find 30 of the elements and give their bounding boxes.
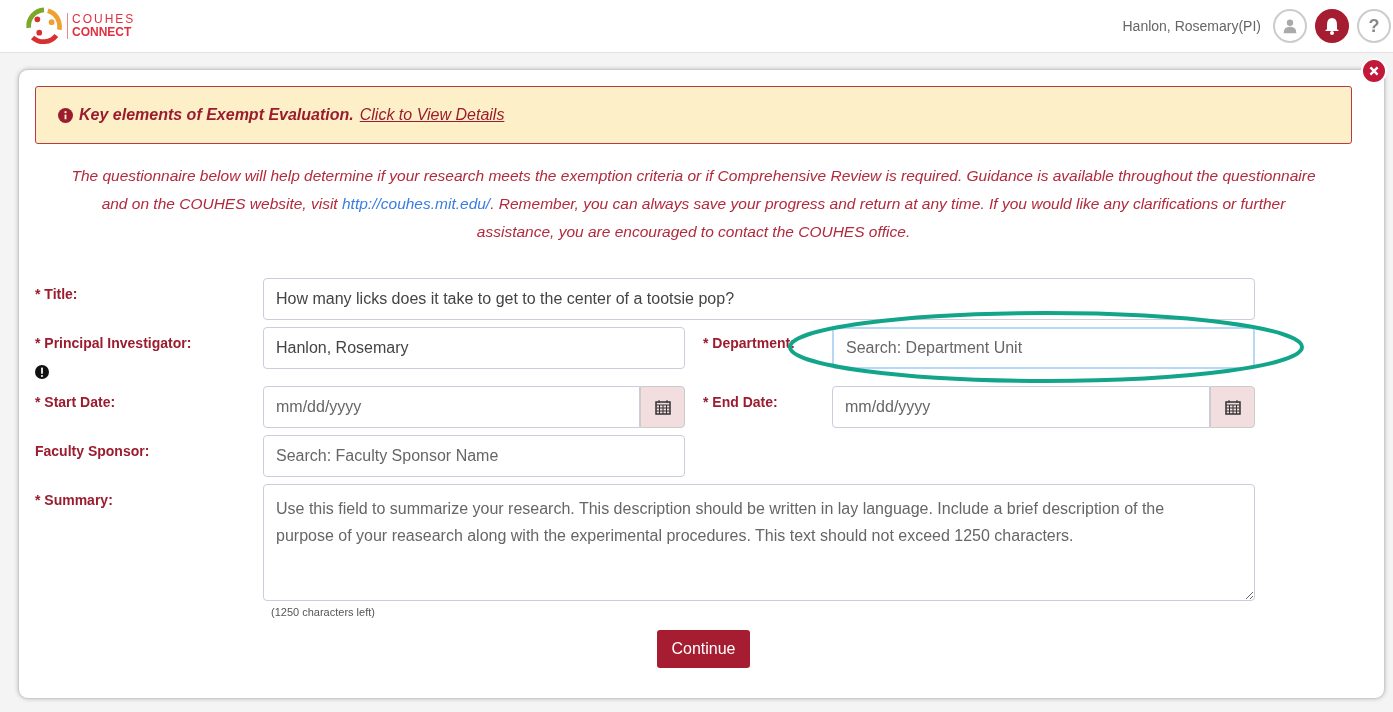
department-field[interactable]: Search: Department Unit bbox=[832, 327, 1255, 369]
user-name: Hanlon, Rosemary(PI) bbox=[1122, 18, 1261, 34]
character-counter: (1250 characters left) bbox=[270, 606, 376, 618]
bell-icon[interactable] bbox=[1315, 9, 1349, 43]
intro-paragraph: The questionnaire below will help determine if your research meets the exemption criteria or if Comprehensive Review is required. Guidance is available throughout the questionnaire and on the COUHES website, visit http://couhes.mit.edu/. Remember, you can always save your progress and return at any time. If you would like any clarifications or further assistance, you are encouraged to contact the COUHES office. bbox=[70, 166, 1317, 242]
title-field[interactable]: How many licks does it take to get to the center of a tootsie pop? bbox=[263, 278, 1255, 320]
investigator-field[interactable]: Hanlon, Rosemary bbox=[263, 327, 685, 369]
summary-field[interactable]: Use this field to summarize your research. This description should be written in lay language. Include a brief description of the purpose of your reasearch along with the experimental procedures. This text should not exceed 1250 characters. bbox=[263, 484, 1255, 601]
field-label: Faculty Sponsor: bbox=[35, 442, 151, 461]
website-link[interactable]: http://couhes.mit.edu/ bbox=[342, 195, 491, 212]
logo-text: COUHES bbox=[72, 13, 136, 26]
calendar-icon[interactable] bbox=[640, 386, 685, 428]
warning-icon bbox=[35, 365, 49, 379]
end-date-field[interactable]: mm/dd/yyyy bbox=[832, 386, 1210, 428]
field-label: * Title: bbox=[35, 285, 79, 304]
close-icon[interactable] bbox=[1361, 58, 1387, 84]
field-label: * Principal Investigator: bbox=[35, 334, 192, 351]
alert-title: Key elements of Exempt Evaluation. bbox=[79, 106, 354, 124]
details-link[interactable]: Click to View Details bbox=[359, 106, 505, 124]
continue-button[interactable]: Continue bbox=[657, 630, 750, 668]
info-icon bbox=[58, 107, 73, 123]
sponsor-field[interactable]: Search: Faculty Sponsor Name bbox=[263, 435, 685, 477]
field-label: * Summary: bbox=[35, 491, 114, 510]
logo-text: CONNECT bbox=[72, 26, 133, 39]
calendar-icon[interactable] bbox=[1210, 386, 1255, 428]
field-label: * End Date: bbox=[703, 393, 779, 412]
field-label: * Start Date: bbox=[35, 393, 117, 412]
logo-icon bbox=[25, 7, 63, 45]
help-button[interactable]: ? bbox=[1357, 9, 1391, 43]
start-date-field[interactable]: mm/dd/yyyy bbox=[263, 386, 640, 428]
